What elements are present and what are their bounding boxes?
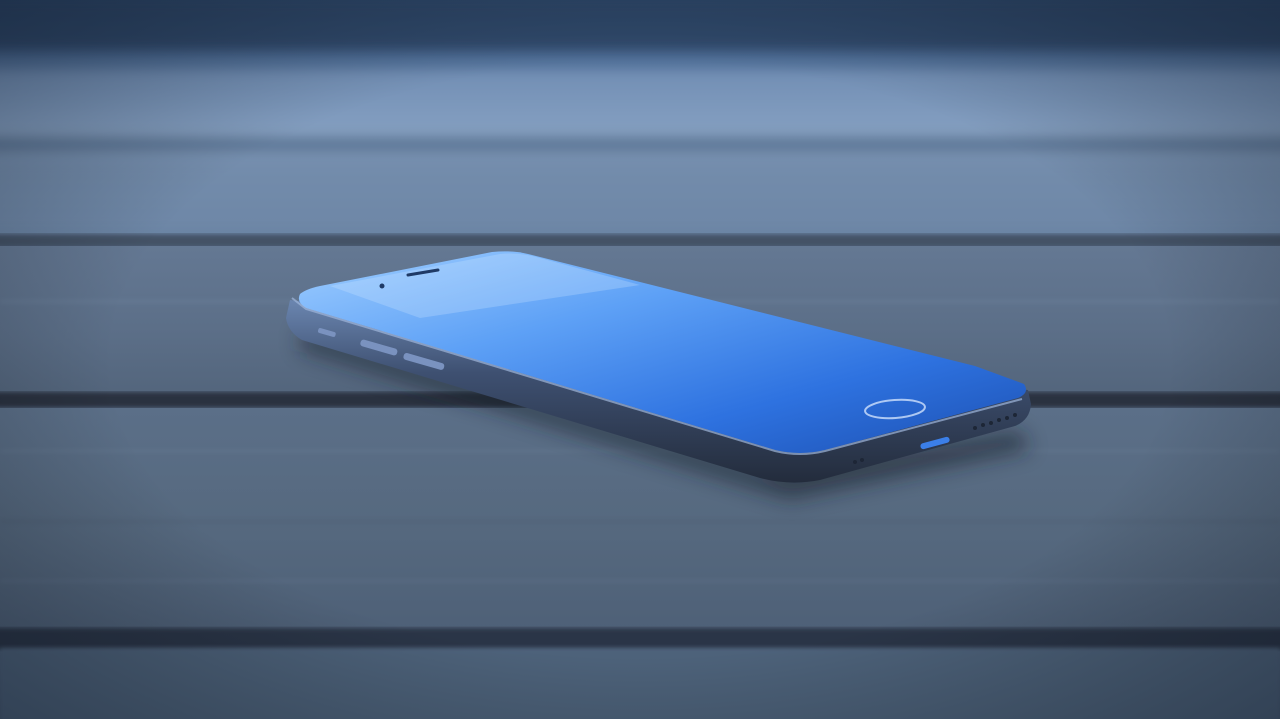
smartphone-on-table-photo: [0, 0, 1280, 719]
vignette: [0, 0, 1280, 719]
photo-scene: [0, 0, 1280, 719]
